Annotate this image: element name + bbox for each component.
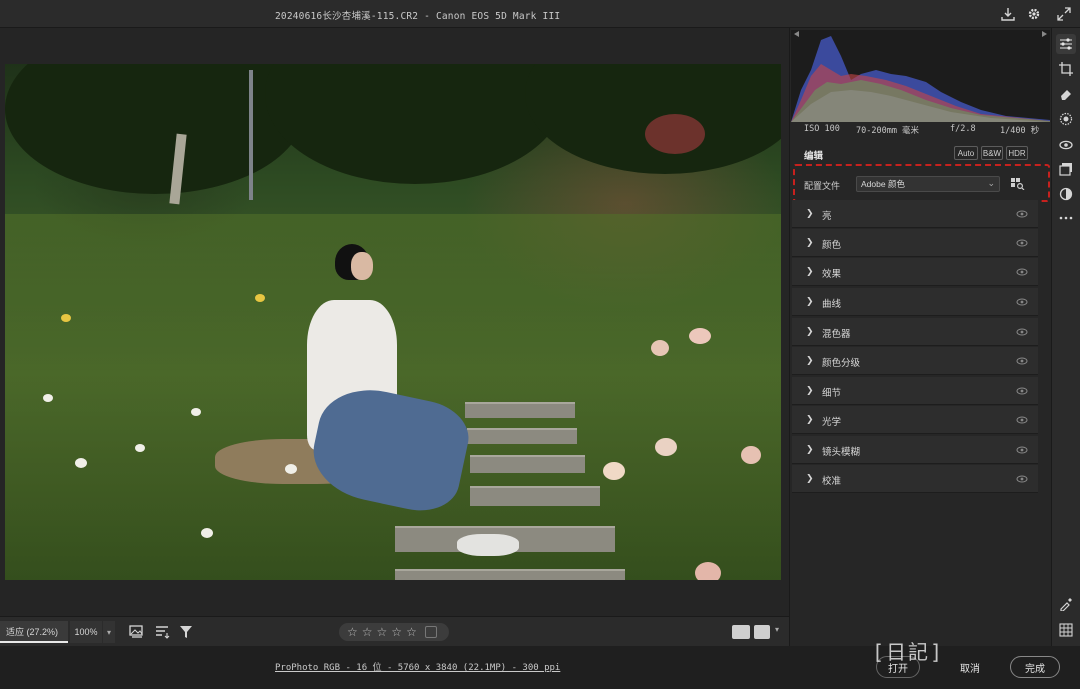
eraser-icon[interactable] bbox=[1056, 84, 1076, 104]
eye-icon[interactable] bbox=[1016, 355, 1028, 367]
chevron-right-icon: ❯ bbox=[806, 473, 814, 483]
chevron-right-icon: ❯ bbox=[806, 355, 814, 365]
tool-strip bbox=[1051, 28, 1080, 646]
reject-icon[interactable] bbox=[424, 626, 437, 638]
image-view-icon[interactable] bbox=[128, 623, 146, 641]
chevron-down-icon: ⌄ bbox=[987, 178, 995, 188]
star-icon[interactable]: ☆ bbox=[362, 626, 373, 638]
star-icon[interactable]: ☆ bbox=[391, 626, 402, 638]
compare-dropdown-icon[interactable]: ▾ bbox=[775, 625, 779, 634]
profile-select[interactable]: Adobe 颜色 ⌄ bbox=[856, 176, 1000, 192]
section-color[interactable]: ❯ 颜色 bbox=[792, 229, 1038, 257]
compare-view-icon[interactable] bbox=[754, 625, 770, 639]
zoom-fit-button[interactable]: 适应 (27.2%) bbox=[0, 621, 68, 643]
chevron-right-icon: ❯ bbox=[806, 208, 814, 218]
image-toolbar: 适应 (27.2%) 100% ▾ ☆ ☆ ☆ ☆ ☆ ▾ bbox=[0, 616, 789, 646]
eye-icon[interactable] bbox=[1016, 208, 1028, 220]
chevron-right-icon: ❯ bbox=[806, 237, 814, 247]
edit-panel: ISO 100 70-200mm 毫米 f/2.8 1/400 秒 编辑 Aut… bbox=[789, 28, 1051, 646]
chevron-right-icon: ❯ bbox=[806, 444, 814, 454]
window-title: 20240616长沙杏埔溪-115.CR2 - Canon EOS 5D Mar… bbox=[275, 11, 561, 22]
gear-icon[interactable] bbox=[1024, 4, 1044, 24]
profile-value: Adobe 颜色 bbox=[861, 179, 905, 189]
eyedropper-icon[interactable] bbox=[1056, 594, 1076, 614]
red-eye-icon[interactable] bbox=[1056, 135, 1076, 155]
eye-icon[interactable] bbox=[1016, 266, 1028, 278]
zoom-dropdown-icon[interactable]: ▾ bbox=[103, 621, 115, 643]
auto-button[interactable]: Auto bbox=[954, 146, 978, 160]
edit-title: 编辑 bbox=[804, 151, 824, 162]
status-bar: ProPhoto RGB - 16 位 - 5760 x 3840 (22.1M… bbox=[0, 646, 1080, 689]
star-icon[interactable]: ☆ bbox=[347, 626, 358, 638]
profile-label: 配置文件 bbox=[804, 181, 841, 191]
section-color-grading[interactable]: ❯ 颜色分级 bbox=[792, 347, 1038, 375]
eye-icon[interactable] bbox=[1016, 296, 1028, 308]
crop-icon[interactable] bbox=[1056, 59, 1076, 79]
chevron-right-icon: ❯ bbox=[806, 296, 814, 306]
mask-icon[interactable] bbox=[1056, 109, 1076, 129]
section-lens-blur[interactable]: ❯ 镜头模糊 bbox=[792, 436, 1038, 464]
section-calibration[interactable]: ❯ 校准 bbox=[792, 465, 1038, 493]
chevron-right-icon: ❯ bbox=[806, 326, 814, 336]
chevron-right-icon: ❯ bbox=[806, 414, 814, 424]
edit-sliders-icon[interactable] bbox=[1056, 34, 1076, 54]
image-canvas[interactable] bbox=[0, 28, 789, 616]
section-effects[interactable]: ❯ 效果 bbox=[792, 258, 1038, 286]
profile-browser-icon[interactable] bbox=[1010, 176, 1026, 192]
exif-shutter: 1/400 秒 bbox=[1000, 126, 1040, 136]
exif-aperture: f/2.8 bbox=[950, 124, 976, 134]
done-button[interactable]: 完成 bbox=[1010, 656, 1060, 678]
section-detail[interactable]: ❯ 细节 bbox=[792, 377, 1038, 405]
expand-icon[interactable] bbox=[1054, 4, 1074, 24]
zoom-100-button[interactable]: 100% bbox=[70, 621, 102, 643]
star-rating[interactable]: ☆ ☆ ☆ ☆ ☆ bbox=[339, 623, 449, 641]
section-light[interactable]: ❯ 亮 bbox=[792, 200, 1038, 228]
photo-preview[interactable] bbox=[5, 64, 781, 580]
star-icon[interactable]: ☆ bbox=[377, 626, 388, 638]
eye-icon[interactable] bbox=[1016, 473, 1028, 485]
title-bar: 20240616长沙杏埔溪-115.CR2 - Canon EOS 5D Mar… bbox=[0, 0, 1080, 28]
color-space-info[interactable]: ProPhoto RGB - 16 位 - 5760 x 3840 (22.1M… bbox=[275, 660, 560, 673]
snapshot-icon[interactable] bbox=[1056, 184, 1076, 204]
filter-icon[interactable] bbox=[178, 623, 196, 641]
exif-iso: ISO 100 bbox=[804, 124, 840, 134]
open-button[interactable]: 打开 bbox=[876, 656, 920, 678]
eye-icon[interactable] bbox=[1016, 385, 1028, 397]
chevron-right-icon: ❯ bbox=[806, 266, 814, 276]
more-icon[interactable] bbox=[1056, 208, 1076, 228]
section-curves[interactable]: ❯ 曲线 bbox=[792, 288, 1038, 316]
exif-lens: 70-200mm 毫米 bbox=[856, 126, 920, 136]
histogram bbox=[791, 30, 1050, 122]
grid-icon[interactable] bbox=[1056, 620, 1076, 640]
hdr-button[interactable]: HDR bbox=[1006, 146, 1028, 160]
chevron-right-icon: ❯ bbox=[806, 385, 814, 395]
section-optics[interactable]: ❯ 光学 bbox=[792, 406, 1038, 434]
bw-button[interactable]: B&W bbox=[981, 146, 1003, 160]
presets-icon[interactable] bbox=[1056, 159, 1076, 179]
eye-icon[interactable] bbox=[1016, 326, 1028, 338]
sort-icon[interactable] bbox=[154, 623, 172, 641]
eye-icon[interactable] bbox=[1016, 444, 1028, 456]
star-icon[interactable]: ☆ bbox=[406, 626, 417, 638]
before-after-icon[interactable] bbox=[732, 625, 750, 639]
exif-info: ISO 100 70-200mm 毫米 f/2.8 1/400 秒 bbox=[790, 124, 1050, 138]
eye-icon[interactable] bbox=[1016, 414, 1028, 426]
cancel-button[interactable]: 取消 bbox=[948, 656, 992, 678]
section-color-mixer[interactable]: ❯ 混色器 bbox=[792, 318, 1038, 346]
download-icon[interactable] bbox=[998, 4, 1018, 24]
eye-icon[interactable] bbox=[1016, 237, 1028, 249]
